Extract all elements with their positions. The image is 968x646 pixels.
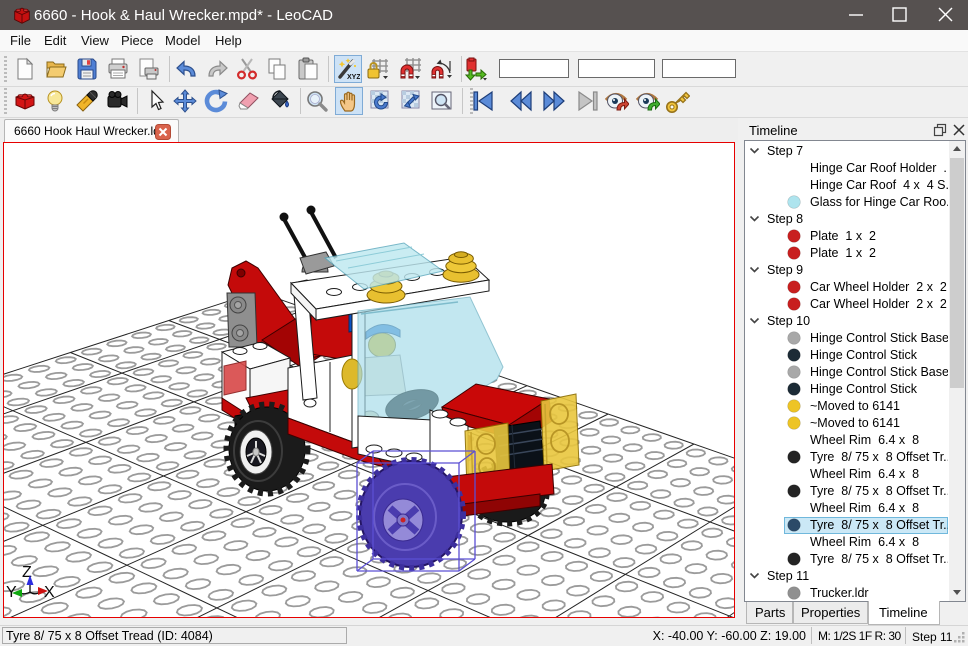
svg-text:X: X xyxy=(44,584,55,601)
